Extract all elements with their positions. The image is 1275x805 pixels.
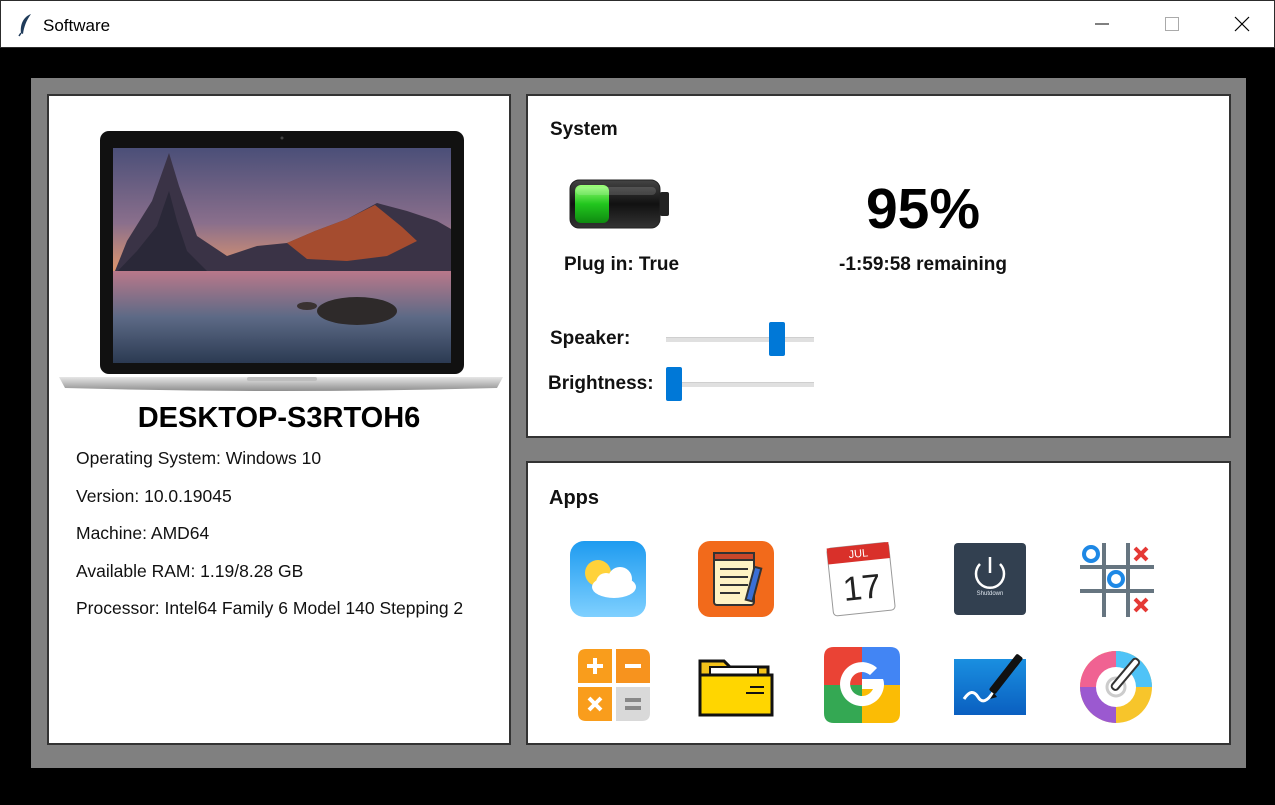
plugged-status: Plug in: True xyxy=(564,254,680,275)
minimize-button[interactable] xyxy=(1067,1,1137,47)
calendar-icon: JUL 17 xyxy=(826,541,896,617)
notepad-app-button[interactable] xyxy=(696,539,776,619)
speaker-label: Speaker: xyxy=(550,328,631,349)
shutdown-app-button[interactable]: Shutdown xyxy=(950,539,1030,619)
laptop-image xyxy=(59,131,503,391)
device-info-panel: DESKTOP-S3RTOH6 Operating System: Window… xyxy=(47,94,511,745)
brightness-slider-track[interactable] xyxy=(666,382,814,387)
close-icon xyxy=(1234,16,1250,32)
battery-percent: 95% xyxy=(865,177,981,241)
speaker-slider-track[interactable] xyxy=(666,337,814,342)
calendar-month: JUL xyxy=(848,547,869,561)
folder-icon xyxy=(698,659,774,717)
notepad-icon xyxy=(698,541,774,617)
google-app-button[interactable] xyxy=(822,645,902,725)
calculator-icon xyxy=(578,649,650,721)
maximize-icon xyxy=(1165,17,1179,31)
calculator-app-button[interactable] xyxy=(574,645,654,725)
apps-panel: Apps JUL 17 Shutdown xyxy=(526,461,1231,745)
maximize-button[interactable] xyxy=(1137,1,1207,47)
shutdown-icon: Shutdown xyxy=(954,543,1026,615)
color-picker-app-button[interactable] xyxy=(1076,645,1156,725)
paint-app-button[interactable] xyxy=(950,645,1030,725)
minimize-icon xyxy=(1095,23,1109,25)
paint-icon xyxy=(954,654,1026,715)
apps-title: Apps xyxy=(549,487,599,509)
info-operating-system: Operating System: Windows 10 xyxy=(76,448,322,468)
weather-icon xyxy=(570,541,646,617)
google-icon xyxy=(824,647,900,723)
info-machine: Machine: AMD64 xyxy=(76,523,210,543)
color-picker-icon xyxy=(1080,651,1152,723)
info-version: Version: 10.0.19045 xyxy=(76,486,232,506)
brightness-label: Brightness: xyxy=(548,373,654,394)
battery-remaining: -1:59:58 remaining xyxy=(839,254,1007,275)
feather-app-icon xyxy=(18,14,31,37)
system-title: System xyxy=(550,119,618,140)
brightness-slider-thumb[interactable] xyxy=(666,367,682,401)
speaker-slider-thumb[interactable] xyxy=(768,322,785,356)
shutdown-caption: Shutdown xyxy=(977,591,1004,597)
calendar-app-button[interactable]: JUL 17 xyxy=(822,539,902,619)
weather-app-button[interactable] xyxy=(568,539,648,619)
window-title: Software xyxy=(43,16,111,35)
system-panel: System Plug in: True 95% -1:59:58 remain… xyxy=(526,94,1231,438)
speaker-slider[interactable] xyxy=(666,322,814,358)
folder-app-button[interactable] xyxy=(696,645,776,725)
calendar-day: 17 xyxy=(841,567,883,609)
title-bar: Software xyxy=(0,0,1275,48)
info-processor: Processor: Intel64 Family 6 Model 140 St… xyxy=(76,598,464,618)
tic-tac-toe-icon xyxy=(1080,543,1154,617)
tic-tac-toe-app-button[interactable] xyxy=(1076,539,1156,619)
battery-icon xyxy=(569,179,669,229)
brightness-slider[interactable] xyxy=(666,367,814,403)
hostname: DESKTOP-S3RTOH6 xyxy=(137,402,421,434)
close-button[interactable] xyxy=(1207,1,1275,47)
info-available-ram: Available RAM: 1.19/8.28 GB xyxy=(76,561,304,581)
